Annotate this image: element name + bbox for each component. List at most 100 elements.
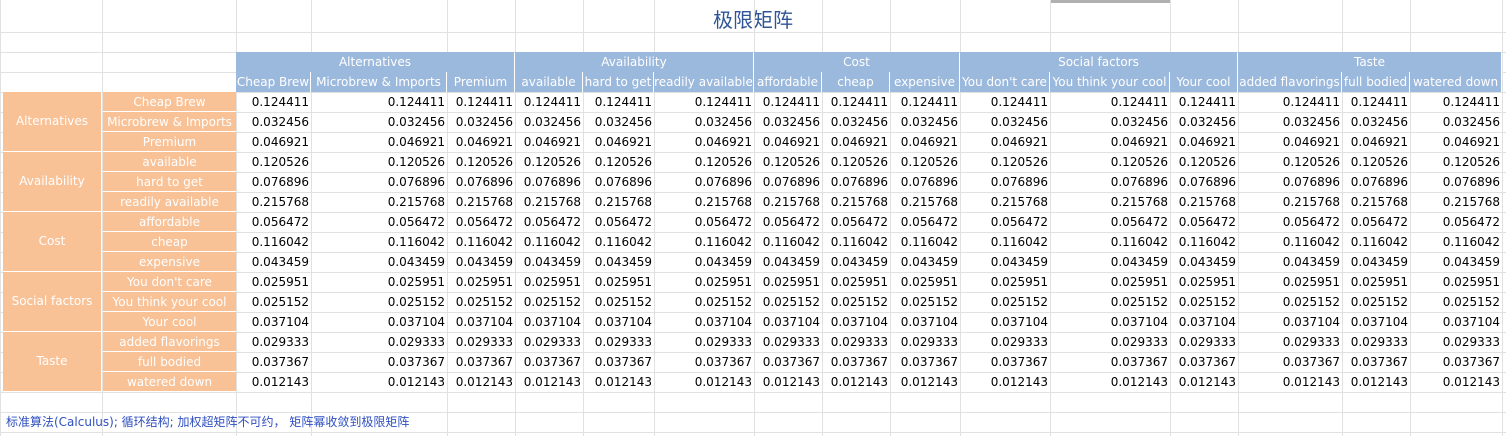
table-cell[interactable]: 0.037104 (822, 312, 890, 332)
table-cell[interactable]: 0.037367 (583, 352, 654, 372)
table-cell[interactable]: 0.025951 (960, 272, 1050, 292)
table-cell[interactable]: 0.012143 (583, 372, 654, 392)
table-cell[interactable]: 0.025152 (583, 292, 654, 312)
table-cell[interactable]: 0.032456 (822, 112, 890, 132)
table-cell[interactable]: 0.076896 (1342, 172, 1410, 192)
column-header[interactable]: hard to get (583, 72, 654, 92)
table-cell[interactable]: 0.029333 (515, 332, 583, 352)
table-cell[interactable]: 0.043459 (236, 252, 311, 272)
table-cell[interactable]: 0.076896 (311, 172, 447, 192)
table-cell[interactable]: 0.037104 (654, 312, 754, 332)
table-cell[interactable]: 0.056472 (754, 212, 822, 232)
table-cell[interactable]: 0.056472 (1170, 212, 1238, 232)
table-cell[interactable]: 0.037104 (1238, 312, 1342, 332)
table-cell[interactable]: 0.037104 (1050, 312, 1170, 332)
table-cell[interactable]: 0.037104 (583, 312, 654, 332)
table-cell[interactable]: 0.043459 (447, 252, 515, 272)
table-cell[interactable]: 0.037367 (1410, 352, 1502, 372)
table-cell[interactable]: 0.076896 (654, 172, 754, 192)
table-cell[interactable]: 0.032456 (1410, 112, 1502, 132)
table-cell[interactable]: 0.124411 (654, 92, 754, 112)
table-cell[interactable]: 0.124411 (515, 92, 583, 112)
table-cell[interactable]: 0.056472 (960, 212, 1050, 232)
table-cell[interactable]: 0.043459 (1170, 252, 1238, 272)
table-cell[interactable]: 0.037367 (754, 352, 822, 372)
table-cell[interactable]: 0.012143 (1050, 372, 1170, 392)
table-cell[interactable]: 0.124411 (1410, 92, 1502, 112)
table-cell[interactable]: 0.120526 (1050, 152, 1170, 172)
table-cell[interactable]: 0.025951 (1238, 272, 1342, 292)
table-cell[interactable]: 0.076896 (1050, 172, 1170, 192)
table-cell[interactable]: 0.025951 (236, 272, 311, 292)
table-cell[interactable]: 0.124411 (1238, 92, 1342, 112)
table-cell[interactable]: 0.120526 (515, 152, 583, 172)
table-cell[interactable]: 0.012143 (1238, 372, 1342, 392)
column-header[interactable]: affordable (754, 72, 822, 92)
table-cell[interactable]: 0.025152 (754, 292, 822, 312)
table-cell[interactable]: 0.043459 (960, 252, 1050, 272)
column-header[interactable]: readily available (654, 72, 754, 92)
table-cell[interactable]: 0.037104 (447, 312, 515, 332)
table-cell[interactable]: 0.037104 (311, 312, 447, 332)
table-cell[interactable]: 0.012143 (1410, 372, 1502, 392)
row-header[interactable]: available (103, 152, 236, 172)
table-cell[interactable]: 0.012143 (447, 372, 515, 392)
table-cell[interactable]: 0.215768 (654, 192, 754, 212)
table-cell[interactable]: 0.215768 (1170, 192, 1238, 212)
table-cell[interactable]: 0.037104 (515, 312, 583, 332)
table-cell[interactable]: 0.046921 (583, 132, 654, 152)
table-cell[interactable]: 0.037104 (960, 312, 1050, 332)
table-cell[interactable]: 0.124411 (236, 92, 311, 112)
column-header[interactable]: You don't care (960, 72, 1050, 92)
table-cell[interactable]: 0.043459 (754, 252, 822, 272)
table-cell[interactable]: 0.025951 (654, 272, 754, 292)
table-cell[interactable]: 0.124411 (822, 92, 890, 112)
table-cell[interactable]: 0.076896 (583, 172, 654, 192)
table-cell[interactable]: 0.037367 (1170, 352, 1238, 372)
table-cell[interactable]: 0.046921 (1170, 132, 1238, 152)
row-header[interactable]: cheap (103, 232, 236, 252)
row-header[interactable]: Your cool (103, 312, 236, 332)
table-cell[interactable]: 0.029333 (960, 332, 1050, 352)
table-cell[interactable]: 0.116042 (1238, 232, 1342, 252)
table-cell[interactable]: 0.056472 (1050, 212, 1170, 232)
table-cell[interactable]: 0.043459 (1342, 252, 1410, 272)
table-cell[interactable]: 0.029333 (447, 332, 515, 352)
table-cell[interactable]: 0.043459 (311, 252, 447, 272)
table-cell[interactable]: 0.124411 (1170, 92, 1238, 112)
table-cell[interactable]: 0.046921 (960, 132, 1050, 152)
table-cell[interactable]: 0.032456 (960, 112, 1050, 132)
table-cell[interactable]: 0.025152 (890, 292, 960, 312)
column-header[interactable]: cheap (822, 72, 890, 92)
table-cell[interactable]: 0.116042 (890, 232, 960, 252)
table-cell[interactable]: 0.215768 (960, 192, 1050, 212)
table-cell[interactable]: 0.025152 (1170, 292, 1238, 312)
table-cell[interactable]: 0.046921 (311, 132, 447, 152)
table-cell[interactable]: 0.032456 (515, 112, 583, 132)
table-cell[interactable]: 0.046921 (447, 132, 515, 152)
table-cell[interactable]: 0.029333 (1342, 332, 1410, 352)
table-cell[interactable]: 0.029333 (1170, 332, 1238, 352)
table-cell[interactable]: 0.029333 (311, 332, 447, 352)
table-cell[interactable]: 0.032456 (654, 112, 754, 132)
table-cell[interactable]: 0.056472 (822, 212, 890, 232)
table-cell[interactable]: 0.025951 (447, 272, 515, 292)
table-cell[interactable]: 0.076896 (754, 172, 822, 192)
table-cell[interactable]: 0.124411 (583, 92, 654, 112)
column-header[interactable]: added flavorings (1238, 72, 1342, 92)
table-cell[interactable]: 0.037104 (1410, 312, 1502, 332)
table-cell[interactable]: 0.120526 (311, 152, 447, 172)
table-cell[interactable]: 0.120526 (1342, 152, 1410, 172)
table-cell[interactable]: 0.215768 (583, 192, 654, 212)
table-cell[interactable]: 0.032456 (583, 112, 654, 132)
table-cell[interactable]: 0.116042 (311, 232, 447, 252)
table-cell[interactable]: 0.120526 (654, 152, 754, 172)
table-cell[interactable]: 0.037367 (822, 352, 890, 372)
table-cell[interactable]: 0.037367 (960, 352, 1050, 372)
table-cell[interactable]: 0.046921 (1238, 132, 1342, 152)
table-cell[interactable]: 0.032456 (1170, 112, 1238, 132)
table-cell[interactable]: 0.029333 (583, 332, 654, 352)
table-cell[interactable]: 0.215768 (754, 192, 822, 212)
table-cell[interactable]: 0.124411 (1342, 92, 1410, 112)
column-header[interactable]: Premium (447, 72, 515, 92)
